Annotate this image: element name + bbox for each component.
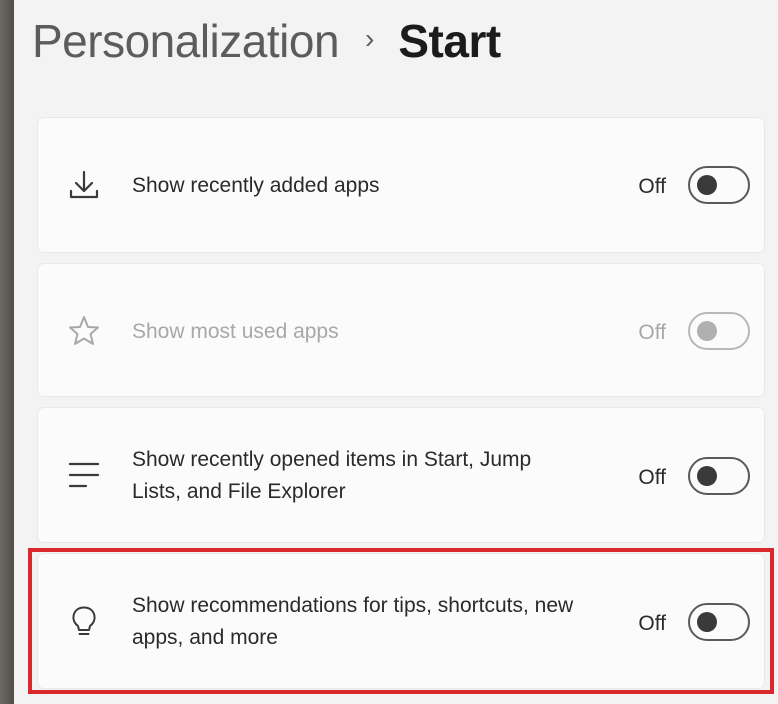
- setting-label: Show most used apps: [132, 320, 339, 343]
- download-icon: [66, 167, 102, 203]
- breadcrumb-separator: ›: [365, 23, 375, 54]
- setting-label: Show recently opened items in Start, Jum…: [132, 448, 532, 503]
- toggle-knob: [697, 321, 717, 341]
- toggle-state-text: Off: [638, 175, 666, 198]
- toggle-state-text: Off: [638, 466, 666, 489]
- setting-card-recently-added[interactable]: Show recently added apps Off: [38, 118, 764, 252]
- breadcrumb: Personalization › Start: [32, 6, 501, 76]
- breadcrumb-parent-link[interactable]: Personalization: [32, 14, 340, 68]
- toggle-knob: [697, 612, 717, 632]
- star-icon: [66, 313, 102, 349]
- recommendations-toggle[interactable]: [688, 603, 750, 641]
- setting-card-recommendations[interactable]: Show recommendations for tips, shortcuts…: [38, 554, 764, 688]
- setting-label: Show recently added apps: [132, 174, 380, 197]
- setting-card-most-used[interactable]: Show most used apps Off: [38, 264, 764, 396]
- settings-window: Personalization › Start Show recently ad…: [14, 0, 778, 704]
- lightbulb-icon: [66, 604, 102, 640]
- toggle-state-text: Off: [638, 612, 666, 635]
- toggle-knob: [697, 466, 717, 486]
- list-icon: [66, 458, 102, 494]
- toggle-knob: [697, 175, 717, 195]
- recently-added-toggle[interactable]: [688, 166, 750, 204]
- toggle-state-text: Off: [638, 321, 666, 344]
- most-used-toggle[interactable]: [688, 312, 750, 350]
- setting-label: Show recommendations for tips, shortcuts…: [132, 594, 574, 649]
- screen-frame: Personalization › Start Show recently ad…: [0, 0, 778, 704]
- recently-opened-toggle[interactable]: [688, 457, 750, 495]
- setting-card-recently-opened[interactable]: Show recently opened items in Start, Jum…: [38, 408, 764, 542]
- page-title: Start: [398, 15, 501, 67]
